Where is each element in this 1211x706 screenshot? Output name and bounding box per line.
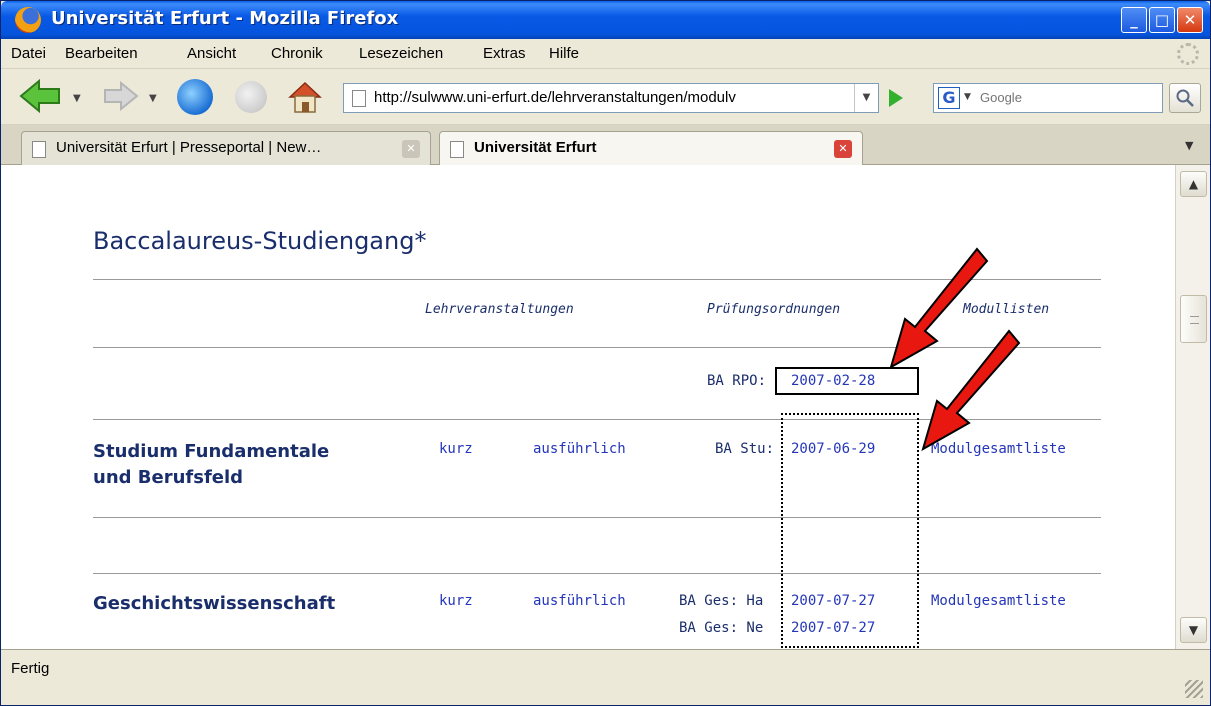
address-bar[interactable]: http://sulwww.uni-erfurt.de/lehrveransta… — [343, 83, 879, 113]
header-pruefungsordnungen: Prüfungsordnungen — [707, 302, 841, 317]
divider — [93, 573, 1101, 574]
address-input[interactable]: http://sulwww.uni-erfurt.de/lehrveransta… — [374, 89, 844, 106]
highlight-dotted-box — [781, 413, 919, 648]
menu-datei[interactable]: Datei — [11, 45, 46, 62]
home-icon[interactable] — [287, 79, 323, 115]
page-icon — [32, 141, 46, 158]
row-name-line: Studium Fundamentale — [93, 441, 330, 462]
menu-bearbeiten[interactable]: Bearbeiten — [65, 45, 138, 62]
tab-presseportal[interactable]: Universität Erfurt | Presseportal | New…… — [21, 131, 431, 165]
order-label: BA Stu: — [715, 441, 775, 457]
grip-icon — [1190, 316, 1199, 324]
navigation-toolbar: ▼ ▼ http://sulwww.uni-erfurt.de/lehrvera… — [1, 69, 1210, 125]
close-tab-icon[interactable]: ✕ — [402, 140, 420, 158]
rpo-label: BA RPO: — [707, 373, 767, 389]
page-title: Baccalaureus-Studiengang* — [93, 227, 427, 255]
firefox-logo-icon — [15, 7, 41, 33]
divider — [93, 517, 1101, 518]
tab-bar: Universität Erfurt | Presseportal | New…… — [1, 125, 1210, 166]
scrollbar-thumb[interactable] — [1180, 295, 1207, 343]
order-label: BA Ges: Ha — [679, 593, 764, 609]
search-engine-icon[interactable]: G — [938, 87, 960, 109]
menu-lesezeichen[interactable]: Lesezeichen — [359, 45, 443, 62]
search-box[interactable]: G ▼ — [933, 83, 1163, 113]
page-icon — [352, 90, 366, 107]
menu-chronik[interactable]: Chronik — [271, 45, 323, 62]
header-lehrveranstaltungen: Lehrveranstaltungen — [425, 302, 574, 317]
scroll-down-icon[interactable]: ▼ — [1180, 617, 1207, 643]
throbber-icon — [1177, 43, 1199, 65]
menu-bar: Datei Bearbeiten Ansicht Chronik Lesezei… — [1, 39, 1210, 69]
page-icon — [450, 141, 464, 158]
tab-label: Universität Erfurt — [474, 139, 597, 156]
magnifier-icon — [1176, 89, 1194, 107]
row-name-studium-fundamentale: Studium Fundamentale und Berufsfeld — [93, 439, 329, 491]
order-label: BA Ges: Ne — [679, 620, 764, 636]
ausfuehrlich-link[interactable]: ausführlich — [533, 441, 626, 457]
menu-extras[interactable]: Extras — [483, 45, 526, 62]
row-name-line: und Berufsfeld — [93, 467, 244, 488]
back-dropdown-icon[interactable]: ▼ — [73, 93, 81, 104]
reload-icon[interactable] — [177, 79, 213, 115]
address-dropdown-icon[interactable]: ▼ — [854, 84, 878, 112]
title-bar[interactable]: Universität Erfurt - Mozilla Firefox _ □… — [1, 1, 1210, 39]
vertical-scrollbar[interactable]: ▲ ▼ — [1175, 165, 1210, 649]
stop-icon — [235, 81, 267, 113]
close-tab-icon[interactable]: ✕ — [834, 140, 852, 158]
search-input[interactable] — [980, 90, 1150, 105]
row-name-geschichtswissenschaft: Geschichtswissenschaft — [93, 593, 336, 614]
forward-arrow-icon — [104, 81, 139, 111]
ausfuehrlich-link[interactable]: ausführlich — [533, 593, 626, 609]
modulgesamtliste-link[interactable]: Modulgesamtliste — [931, 593, 1066, 609]
window-title: Universität Erfurt - Mozilla Firefox — [51, 8, 399, 29]
search-engine-dropdown-icon[interactable]: ▼ — [964, 92, 971, 102]
maximize-button[interactable]: □ — [1149, 7, 1175, 33]
kurz-link[interactable]: kurz — [439, 441, 473, 457]
tab-universitaet-erfurt[interactable]: Universität Erfurt ✕ — [439, 131, 863, 166]
back-arrow-icon[interactable] — [19, 79, 61, 113]
forward-dropdown-icon[interactable]: ▼ — [149, 93, 157, 104]
close-window-button[interactable]: ✕ — [1177, 7, 1203, 33]
menu-hilfe[interactable]: Hilfe — [549, 45, 579, 62]
kurz-link[interactable]: kurz — [439, 593, 473, 609]
tab-label: Universität Erfurt | Presseportal | New… — [56, 139, 322, 156]
scroll-up-icon[interactable]: ▲ — [1180, 171, 1207, 197]
menu-ansicht[interactable]: Ansicht — [187, 45, 236, 62]
page-content: Baccalaureus-Studiengang* Lehrveranstalt… — [1, 165, 1175, 649]
status-text: Fertig — [11, 660, 50, 677]
tab-list-dropdown-icon[interactable]: ▼ — [1185, 139, 1193, 152]
status-bar: Fertig — [1, 649, 1210, 705]
red-arrow-icon — [921, 329, 1021, 452]
browser-window: Universität Erfurt - Mozilla Firefox _ □… — [0, 0, 1211, 706]
go-arrow-icon[interactable] — [889, 89, 903, 107]
resize-grip-icon[interactable] — [1185, 680, 1203, 698]
search-button[interactable] — [1169, 83, 1201, 113]
minimize-button[interactable]: _ — [1121, 7, 1147, 33]
